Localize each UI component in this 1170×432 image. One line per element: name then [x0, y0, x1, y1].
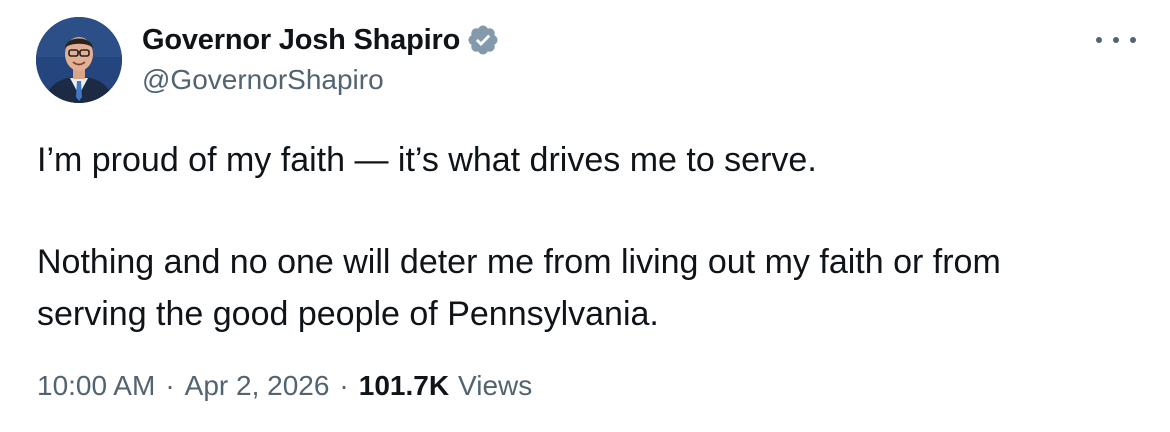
author-display-name[interactable]: Governor Josh Shapiro: [142, 24, 460, 57]
avatar-photo: [36, 17, 122, 103]
tweet-card: Governor Josh Shapiro @GovernorShapiro I…: [0, 0, 1170, 432]
tweet-text-line: Nothing and no one will deter me from li…: [37, 243, 1001, 281]
tweet-meta: 10:00 AM · Apr 2, 2026 · 101.7K Views: [37, 370, 532, 402]
views-count[interactable]: 101.7K: [359, 370, 449, 402]
tweet-date[interactable]: Apr 2, 2026: [185, 370, 330, 402]
tweet-text-line: serving the good people of Pennsylvania.: [37, 295, 659, 333]
tweet-time[interactable]: 10:00 AM: [37, 370, 155, 402]
meta-separator: ·: [165, 370, 175, 401]
more-dot: [1096, 37, 1102, 43]
tweet-text-paragraph-1: I’m proud of my faith — it’s what drives…: [37, 134, 817, 186]
avatar[interactable]: [36, 17, 122, 103]
author-name-row: Governor Josh Shapiro: [142, 20, 500, 60]
tweet-text-line: I’m proud of my faith — it’s what drives…: [37, 141, 817, 179]
more-options-icon[interactable]: [1096, 26, 1136, 54]
views-label[interactable]: Views: [458, 370, 532, 402]
more-dot: [1113, 37, 1119, 43]
meta-separator: ·: [339, 370, 349, 401]
tweet-text-paragraph-2: Nothing and no one will deter me from li…: [37, 236, 1001, 340]
more-dot: [1130, 37, 1136, 43]
verified-badge-icon[interactable]: [466, 23, 500, 57]
author-handle[interactable]: @GovernorShapiro: [142, 64, 384, 96]
